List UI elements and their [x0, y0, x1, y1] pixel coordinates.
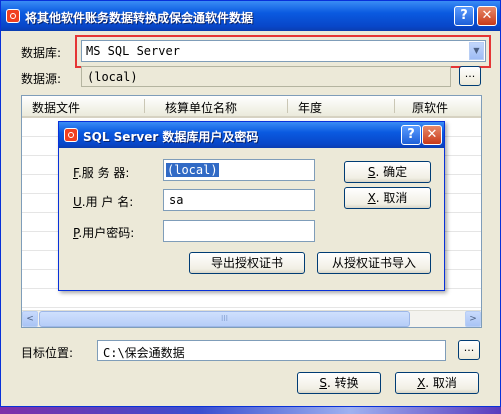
- main-titlebar: 将其他软件账务数据转换成保会通软件数据 ? ✕: [1, 1, 500, 31]
- dialog-titlebar: SQL Server 数据库用户及密码 ? ✕: [59, 122, 444, 148]
- password-input[interactable]: [163, 220, 315, 242]
- username-label-text: .用 户 名:: [81, 195, 134, 209]
- dialog-app-icon: [64, 128, 78, 142]
- target-browse-button[interactable]: ...: [458, 340, 480, 360]
- database-select[interactable]: MS SQL Server ▼: [81, 40, 486, 62]
- datasource-field: (local): [81, 66, 451, 87]
- dialog-help-button[interactable]: ?: [401, 125, 421, 145]
- server-label: F.服 务 器:: [73, 164, 129, 181]
- convert-button[interactable]: S. 转换: [297, 372, 381, 394]
- cancel-label: . 取消: [425, 376, 457, 390]
- column-header-year[interactable]: 年度: [298, 99, 322, 116]
- dialog-title: SQL Server 数据库用户及密码: [83, 130, 259, 144]
- username-label: U.用 户 名:: [73, 193, 133, 210]
- dialog-cancel-label: . 取消: [375, 191, 408, 205]
- server-value: (local): [166, 163, 219, 177]
- close-button[interactable]: ✕: [477, 6, 497, 26]
- dialog-close-button[interactable]: ✕: [422, 125, 442, 145]
- ok-button[interactable]: S. 确定: [344, 161, 431, 183]
- column-divider: [144, 99, 145, 113]
- sql-login-dialog: SQL Server 数据库用户及密码 ? ✕ F.服 务 器: (local)…: [58, 121, 445, 291]
- password-label: P.用户密码:: [73, 224, 134, 241]
- convert-accelerator: S: [319, 376, 327, 390]
- password-label-text: .用户密码:: [78, 226, 135, 240]
- chevron-down-icon[interactable]: ▼: [469, 42, 484, 60]
- horizontal-scrollbar[interactable]: < III >: [22, 310, 481, 327]
- dialog-cancel-button[interactable]: X. 取消: [344, 187, 431, 209]
- column-divider: [287, 99, 288, 113]
- datasource-value: (local): [87, 70, 138, 84]
- scroll-left-icon[interactable]: <: [22, 311, 38, 327]
- app-icon: [6, 9, 20, 23]
- export-certificate-button[interactable]: 导出授权证书: [189, 252, 305, 274]
- username-input[interactable]: sa: [163, 189, 315, 211]
- server-value-wrap: (local): [166, 163, 219, 177]
- server-label-text: .服 务 器:: [77, 166, 130, 180]
- table-row: [22, 289, 481, 308]
- database-label: 数据库:: [21, 46, 62, 60]
- table-header: 数据文件 核算单位名称 年度 原软件: [22, 96, 481, 118]
- column-divider: [394, 99, 395, 113]
- datasource-browse-button[interactable]: ...: [459, 66, 481, 86]
- target-location-label: 目标位置:: [21, 346, 74, 360]
- help-button[interactable]: ?: [454, 6, 474, 26]
- scrollbar-thumb[interactable]: III: [39, 311, 410, 327]
- import-certificate-button[interactable]: 从授权证书导入: [317, 252, 431, 274]
- username-value: sa: [169, 193, 184, 207]
- database-select-value: MS SQL Server: [86, 44, 180, 58]
- column-header-source-software[interactable]: 原软件: [412, 99, 448, 116]
- ok-label: . 确定: [375, 165, 408, 179]
- server-input[interactable]: (local): [163, 159, 315, 181]
- username-accelerator: U: [73, 195, 82, 209]
- cancel-button[interactable]: X. 取消: [395, 372, 479, 394]
- target-location-value: C:\保会通数据: [103, 346, 185, 360]
- dialog-cancel-accelerator: X: [367, 191, 376, 205]
- main-window: 将其他软件账务数据转换成保会通软件数据 ? ✕ 数据库: MS SQL Serv…: [0, 0, 501, 407]
- target-location-input[interactable]: C:\保会通数据: [97, 340, 446, 361]
- column-header-data-file[interactable]: 数据文件: [32, 99, 80, 116]
- window-title: 将其他软件账务数据转换成保会通软件数据: [25, 11, 254, 25]
- column-header-unit-name[interactable]: 核算单位名称: [165, 99, 237, 116]
- datasource-label: 数据源:: [21, 72, 62, 86]
- convert-label: . 转换: [326, 376, 359, 390]
- scroll-right-icon[interactable]: >: [465, 311, 481, 327]
